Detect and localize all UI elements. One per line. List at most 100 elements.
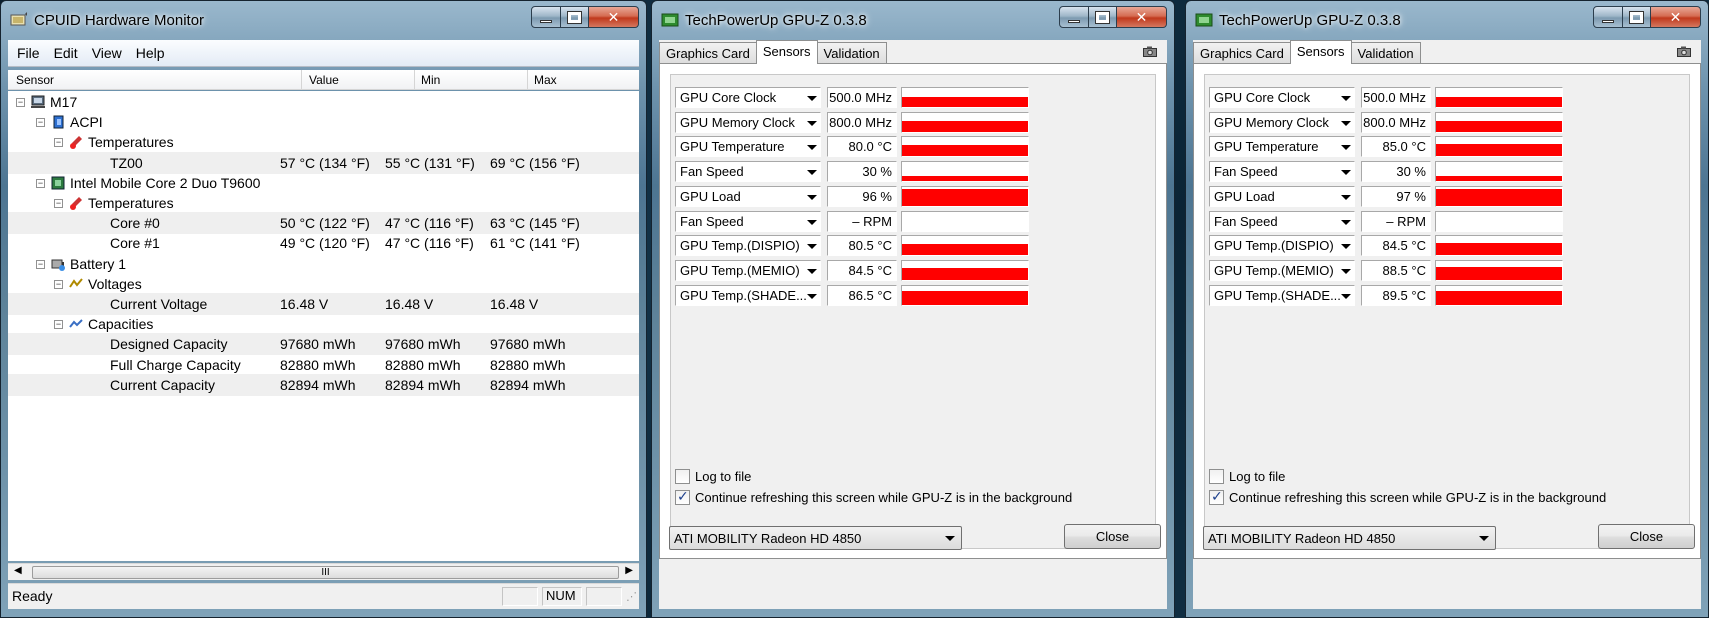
sensor-name-select[interactable]: GPU Memory Clock [1209, 111, 1355, 133]
sensor-name-select[interactable]: GPU Core Clock [675, 87, 821, 108]
chevron-down-icon [1341, 293, 1351, 299]
graphics-card-select[interactable]: ATI MOBILITY Radeon HD 4850 [1203, 526, 1496, 550]
sensor-label: Core #0 [110, 215, 160, 232]
graphics-card-select[interactable]: ATI MOBILITY Radeon HD 4850 [669, 526, 962, 550]
tree-node[interactable]: − Voltages [8, 273, 639, 295]
sensor-name-select[interactable]: Fan Speed [675, 210, 821, 232]
title-bar[interactable]: TechPowerUp GPU-Z 0.3.8 ✕ [1185, 0, 1709, 38]
sensor-label: Temperatures [88, 134, 174, 151]
menu-view[interactable]: View [92, 45, 122, 61]
collapse-icon[interactable]: − [54, 138, 63, 148]
tab-validation[interactable]: Validation [816, 42, 887, 64]
camera-icon[interactable] [1143, 46, 1157, 57]
menu-bar: File Edit View Help [8, 40, 639, 67]
tab-graphics-card[interactable]: Graphics Card [1193, 42, 1291, 64]
refresh-checkbox-box[interactable] [675, 488, 690, 505]
sensor-name-select[interactable]: GPU Temp.(SHADE... [675, 284, 821, 306]
sensor-row[interactable]: Core #0 50 °C (122 °F) 47 °C (116 °F) 63 °C… [8, 212, 639, 235]
window-title: TechPowerUp GPU-Z 0.3.8 [1219, 12, 1401, 29]
sensor-name-select[interactable]: GPU Load [675, 185, 821, 207]
column-sensor[interactable]: Sensor [16, 73, 54, 87]
collapse-icon[interactable]: − [36, 118, 45, 128]
minimize-button[interactable] [1059, 6, 1089, 28]
tab-validation[interactable]: Validation [1350, 42, 1421, 64]
tree-node[interactable]: − ACPI [8, 111, 639, 133]
sensor-row[interactable]: Designed Capacity 97680 mWh 97680 mWh 97680… [8, 333, 639, 356]
tab-sensors[interactable]: Sensors [1289, 40, 1352, 64]
close-window-button[interactable]: ✕ [1117, 6, 1167, 28]
log-checkbox-box[interactable] [675, 469, 690, 484]
title-bar[interactable]: CPUID Hardware Monitor ✕ [0, 0, 647, 38]
sensor-row[interactable]: Full Charge Capacity 82880 mWh 82880 mWh 82… [8, 354, 639, 376]
column-value[interactable]: Value [309, 73, 339, 87]
scroll-right-icon[interactable]: ▶ [625, 565, 633, 576]
horizontal-scrollbar[interactable]: ◀ III ▶ [8, 563, 639, 580]
collapse-icon[interactable]: − [54, 199, 63, 208]
menu-edit[interactable]: Edit [54, 45, 78, 61]
sensor-row[interactable]: Core #1 49 °C (120 °F) 47 °C (116 °F) 61 °C… [8, 232, 639, 254]
refresh-checkbox-box[interactable] [1209, 488, 1224, 505]
collapse-icon[interactable]: − [36, 259, 45, 269]
sensor-value: 89.5 °C [1361, 284, 1431, 306]
scroll-thumb[interactable]: III [32, 566, 619, 579]
camera-icon[interactable] [1677, 46, 1691, 57]
maximize-button[interactable] [561, 6, 589, 28]
maximize-button[interactable] [1089, 6, 1117, 28]
sensor-row[interactable]: Current Voltage 16.48 V 16.48 V 16.48 V [8, 293, 639, 315]
sensor-name-select[interactable]: GPU Core Clock [1209, 87, 1355, 108]
menu-help[interactable]: Help [136, 45, 165, 61]
collapse-icon[interactable]: − [54, 279, 63, 289]
sensor-row[interactable]: Current Capacity 82894 mWh 82894 mWh 82894 … [8, 373, 639, 396]
scroll-left-icon[interactable]: ◀ [14, 565, 22, 576]
sensor-name-select[interactable]: Fan Speed [1209, 210, 1355, 232]
close-window-button[interactable]: ✕ [589, 6, 639, 28]
sensor-name-select[interactable]: GPU Temperature [1209, 136, 1355, 158]
tree-node[interactable]: − Battery 1 [8, 253, 639, 275]
collapse-icon[interactable]: − [16, 98, 25, 107]
column-max[interactable]: Max [534, 73, 557, 87]
sensor-name-select[interactable]: GPU Temp.(MEMIO) [675, 259, 821, 281]
close-button[interactable]: Close [1598, 524, 1695, 549]
sensor-name-select[interactable]: GPU Memory Clock [675, 111, 821, 133]
tree-node[interactable]: − Temperatures [8, 192, 639, 214]
collapse-icon[interactable]: − [36, 178, 45, 188]
close-button[interactable]: Close [1064, 524, 1161, 549]
sensor-name-select[interactable]: GPU Temp.(SHADE... [1209, 284, 1355, 306]
minimize-button[interactable] [1593, 6, 1623, 28]
tree-node[interactable]: − Capacities [8, 313, 639, 335]
tree-node[interactable]: − Intel Mobile Core 2 Duo T9600 [8, 172, 639, 194]
log-checkbox-box[interactable] [1209, 469, 1224, 484]
tab-graphics-card[interactable]: Graphics Card [659, 42, 757, 64]
sensor-label: TZ00 [110, 154, 143, 171]
tree-node[interactable]: − M17 [8, 91, 639, 113]
tree-node[interactable]: − Temperatures [8, 131, 639, 153]
minimize-icon [540, 19, 552, 23]
sensor-name-select[interactable]: GPU Load [1209, 185, 1355, 207]
caption-buttons: ✕ [531, 6, 639, 28]
column-min[interactable]: Min [421, 73, 440, 87]
sensor-name-select[interactable]: GPU Temp.(MEMIO) [1209, 259, 1355, 281]
sensor-label: Core #1 [110, 235, 160, 252]
sensor-row[interactable]: TZ00 57 °C (134 °F) 55 °C (131 °F) 69 °C (1… [8, 151, 639, 174]
minimize-icon [1602, 19, 1614, 23]
resize-grip-icon[interactable]: ⋰ [626, 590, 637, 603]
maximize-button[interactable] [1623, 6, 1651, 28]
menu-file[interactable]: File [17, 45, 40, 61]
sensor-name-select[interactable]: GPU Temperature [675, 136, 821, 158]
sensor-graph [1435, 161, 1563, 183]
collapse-icon[interactable]: − [54, 320, 63, 330]
sensor-graph [1435, 87, 1563, 108]
sensor-name-select[interactable]: Fan Speed [1209, 161, 1355, 183]
sensor-name-select[interactable]: GPU Temp.(DISPIO) [675, 235, 821, 257]
title-bar[interactable]: TechPowerUp GPU-Z 0.3.8 ✕ [651, 0, 1175, 38]
sensor-value: 84.5 °C [1361, 235, 1431, 257]
minimize-button[interactable] [531, 6, 561, 28]
close-window-button[interactable]: ✕ [1651, 6, 1701, 28]
sensor-value: – RPM [827, 210, 897, 232]
sensor-graph-fill [902, 176, 1028, 182]
sensor-name-select[interactable]: GPU Temp.(DISPIO) [1209, 235, 1355, 257]
chevron-down-icon [807, 145, 817, 151]
sensor-name-select[interactable]: Fan Speed [675, 161, 821, 183]
tab-sensors[interactable]: Sensors [755, 40, 818, 64]
sensor-graph [1435, 210, 1563, 232]
